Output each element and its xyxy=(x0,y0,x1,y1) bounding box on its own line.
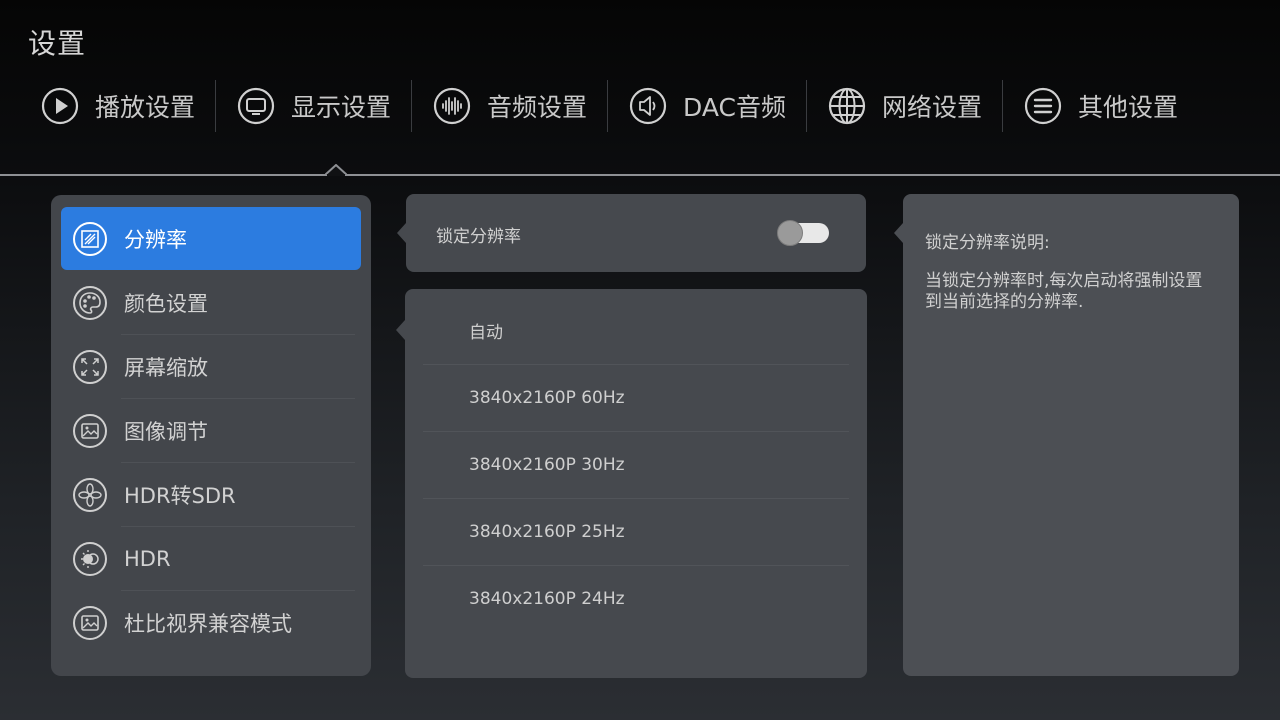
play-icon xyxy=(40,86,80,126)
resolution-option[interactable]: 3840x2160P 24Hz xyxy=(405,565,867,632)
settings-side-menu: 分辨率 颜色设置 屏幕缩放 图像调节 HDR转SDR HDR 杜比视界兼容模式 xyxy=(51,195,371,676)
resolution-option[interactable]: 3840x2160P 60Hz xyxy=(405,364,867,431)
menu-icon xyxy=(1023,86,1063,126)
menu-item-label: 屏幕缩放 xyxy=(124,356,208,380)
audio-wave-icon xyxy=(432,86,472,126)
menu-item-hdr-to-sdr[interactable]: HDR转SDR xyxy=(61,462,361,526)
info-description: 当锁定分辨率时,每次启动将强制设置到当前选择的分辨率. xyxy=(925,271,1203,312)
tab-underline xyxy=(0,174,1280,176)
lock-resolution-toggle[interactable] xyxy=(777,220,829,246)
menu-item-screen-scale[interactable]: 屏幕缩放 xyxy=(61,334,361,398)
info-title: 锁定分辨率说明: xyxy=(925,233,1050,253)
screen-scale-icon xyxy=(72,349,108,385)
menu-item-label: 图像调节 xyxy=(124,420,208,444)
menu-item-label: 分辨率 xyxy=(124,227,187,252)
toggle-knob xyxy=(777,220,803,246)
tab-label: 音频设置 xyxy=(487,93,588,122)
tab-label: 显示设置 xyxy=(291,93,392,122)
speaker-icon xyxy=(628,86,668,126)
active-tab-indicator xyxy=(325,164,347,176)
palette-icon xyxy=(72,285,108,321)
menu-item-label: 颜色设置 xyxy=(124,292,208,316)
tab-display-settings[interactable]: 显示设置 xyxy=(216,78,411,134)
menu-item-hdr[interactable]: HDR xyxy=(61,526,361,590)
image-adjust-icon xyxy=(72,413,108,449)
tab-network-settings[interactable]: 网络设置 xyxy=(807,78,1002,134)
info-panel: 锁定分辨率说明: 当锁定分辨率时,每次启动将强制设置到当前选择的分辨率. xyxy=(903,194,1239,676)
tab-label: 播放设置 xyxy=(95,93,196,122)
resolution-option[interactable]: 3840x2160P 30Hz xyxy=(405,431,867,498)
monitor-icon xyxy=(236,86,276,126)
resolution-option[interactable]: 3840x2160P 25Hz xyxy=(405,498,867,565)
dolby-vision-icon xyxy=(72,605,108,641)
menu-item-image-adjust[interactable]: 图像调节 xyxy=(61,398,361,462)
card-pointer xyxy=(396,320,405,340)
tab-audio-settings[interactable]: 音频设置 xyxy=(412,78,607,134)
top-tab-bar: 播放设置 显示设置 音频设置 DAC音频 网络设置 其他设置 xyxy=(20,78,1260,134)
menu-item-color-settings[interactable]: 颜色设置 xyxy=(61,272,361,334)
tab-dac-audio[interactable]: DAC音频 xyxy=(608,78,806,134)
tab-other-settings[interactable]: 其他设置 xyxy=(1003,78,1198,134)
tab-playback-settings[interactable]: 播放设置 xyxy=(20,78,215,134)
hdr-icon xyxy=(72,541,108,577)
card-pointer xyxy=(397,223,406,243)
menu-item-resolution[interactable]: 分辨率 xyxy=(61,207,361,270)
resolution-icon xyxy=(72,221,108,257)
menu-item-label: 杜比视界兼容模式 xyxy=(124,612,292,636)
menu-item-label: HDR转SDR xyxy=(124,484,236,508)
tab-label: 网络设置 xyxy=(881,93,982,122)
card-pointer xyxy=(894,223,903,243)
menu-item-dolby-vision-compat[interactable]: 杜比视界兼容模式 xyxy=(61,590,361,654)
tab-label: DAC音频 xyxy=(683,93,786,122)
menu-item-label: HDR xyxy=(124,547,171,571)
resolution-list: 自动 3840x2160P 60Hz 3840x2160P 30Hz 3840x… xyxy=(405,289,867,678)
lock-resolution-label: 锁定分辨率 xyxy=(436,227,521,247)
resolution-option-auto[interactable]: 自动 xyxy=(405,297,867,364)
page-title: 设置 xyxy=(28,27,87,60)
globe-icon xyxy=(827,86,867,126)
tab-label: 其他设置 xyxy=(1078,93,1179,122)
hdr-convert-icon xyxy=(72,477,108,513)
